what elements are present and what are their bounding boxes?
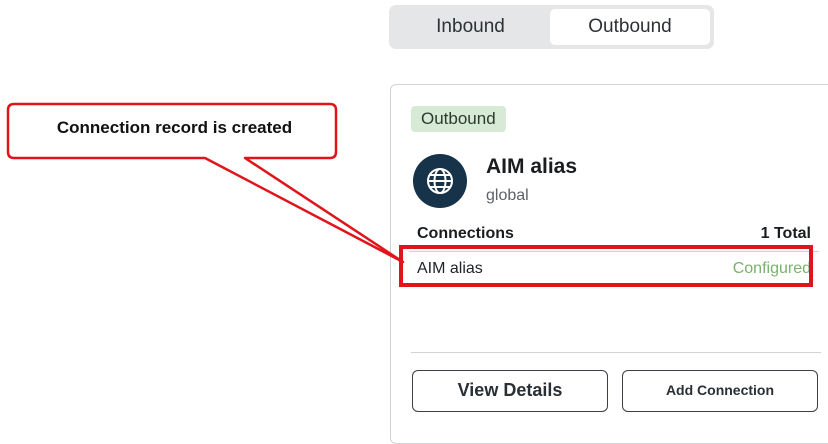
annotation-callout: [6, 102, 405, 264]
highlight-box: [399, 245, 813, 287]
annotation-text: Connection record is created: [56, 118, 293, 137]
